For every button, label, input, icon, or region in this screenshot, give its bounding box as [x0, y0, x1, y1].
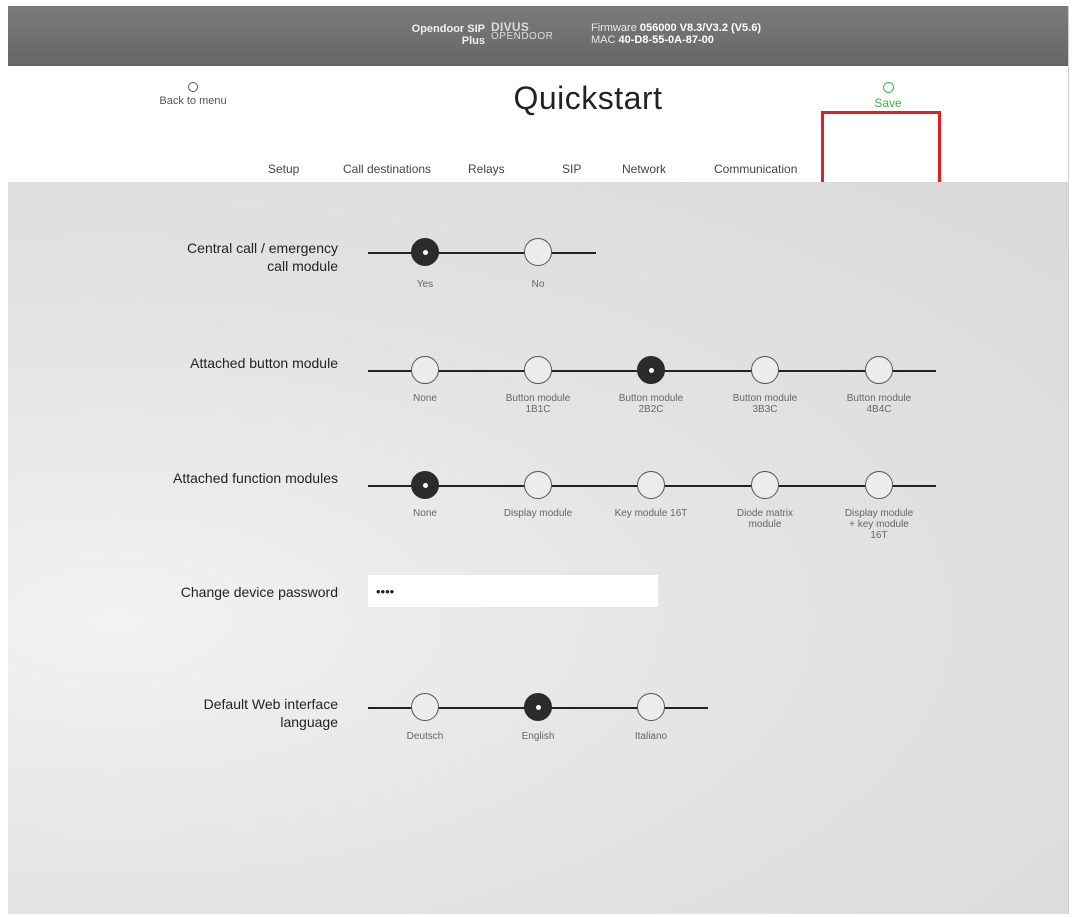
option-label: Italiano	[634, 731, 668, 742]
central-call-yes-radio[interactable]	[411, 238, 439, 266]
central-call-label: Central call / emergency call module	[187, 240, 338, 274]
app-frame: Opendoor SIP Plus DIVUS OPENDOOR Firmwar…	[8, 6, 1069, 914]
tab-communication[interactable]: Communication	[714, 162, 797, 176]
central-call-no-radio[interactable]	[524, 238, 552, 266]
option-label: Button module 4B4C	[846, 393, 912, 415]
button-module-4b4c-radio[interactable]	[865, 356, 893, 384]
tab-sip[interactable]: SIP	[562, 162, 581, 176]
option-label: Diode matrix module	[736, 508, 794, 530]
button-module-label: Attached button module	[190, 355, 338, 371]
tab-network[interactable]: Network	[622, 162, 666, 176]
option-label: Yes	[416, 279, 434, 290]
tab-call-destinations[interactable]: Call destinations	[343, 162, 431, 176]
device-password-input[interactable]	[368, 575, 658, 607]
function-module-display-radio[interactable]	[524, 471, 552, 499]
button-module-2b2c-radio[interactable]	[637, 356, 665, 384]
option-label: Deutsch	[406, 731, 444, 742]
option-label: English	[521, 731, 555, 742]
button-module-3b3c-radio[interactable]	[751, 356, 779, 384]
button-module-none-radio[interactable]	[411, 356, 439, 384]
function-module-display-key-radio[interactable]	[865, 471, 893, 499]
language-label: Default Web interface language	[203, 696, 338, 730]
page-title: Quickstart	[513, 80, 663, 116]
option-label: Button module 2B2C	[618, 393, 684, 415]
back-to-menu-button[interactable]: Back to menu	[148, 82, 238, 107]
option-label: No	[531, 279, 545, 290]
save-button[interactable]: Save	[848, 82, 928, 110]
function-module-key16t-radio[interactable]	[637, 471, 665, 499]
option-label: None	[413, 508, 437, 519]
settings-panel: Central call / emergency call module Yes…	[8, 182, 1068, 914]
option-label: Key module 16T	[614, 508, 688, 519]
function-module-none-radio[interactable]	[411, 471, 439, 499]
language-italiano-radio[interactable]	[637, 693, 665, 721]
option-track	[368, 252, 596, 254]
divus-opendoor-logo: DIVUS OPENDOOR	[491, 20, 554, 42]
language-english-radio[interactable]	[524, 693, 552, 721]
circle-icon	[882, 82, 894, 93]
option-label: Display module + key module 16T	[844, 508, 914, 541]
option-label: None	[413, 393, 437, 404]
option-label: Button module 3B3C	[732, 393, 798, 415]
function-module-diode-matrix-radio[interactable]	[751, 471, 779, 499]
option-label: Button module 1B1C	[505, 393, 571, 415]
option-label: Display module	[503, 508, 573, 519]
button-module-1b1c-radio[interactable]	[524, 356, 552, 384]
device-info-bar: Opendoor SIP Plus DIVUS OPENDOOR Firmwar…	[8, 6, 1068, 66]
page-header: Back to menu Quickstart Save Setup Call …	[8, 66, 1068, 197]
firmware-info: Firmware 056000 V8.3/V3.2 (V5.6) MAC 40-…	[591, 22, 761, 46]
tab-bar: Setup Call destinations Relays SIP Netwo…	[8, 162, 1068, 185]
function-modules-label: Attached function modules	[173, 470, 338, 486]
device-model: Opendoor SIP Plus	[411, 23, 485, 47]
circle-icon	[188, 82, 198, 92]
password-label: Change device password	[180, 584, 338, 600]
tab-relays[interactable]: Relays	[468, 162, 505, 176]
tab-setup[interactable]: Setup	[265, 162, 302, 185]
language-deutsch-radio[interactable]	[411, 693, 439, 721]
